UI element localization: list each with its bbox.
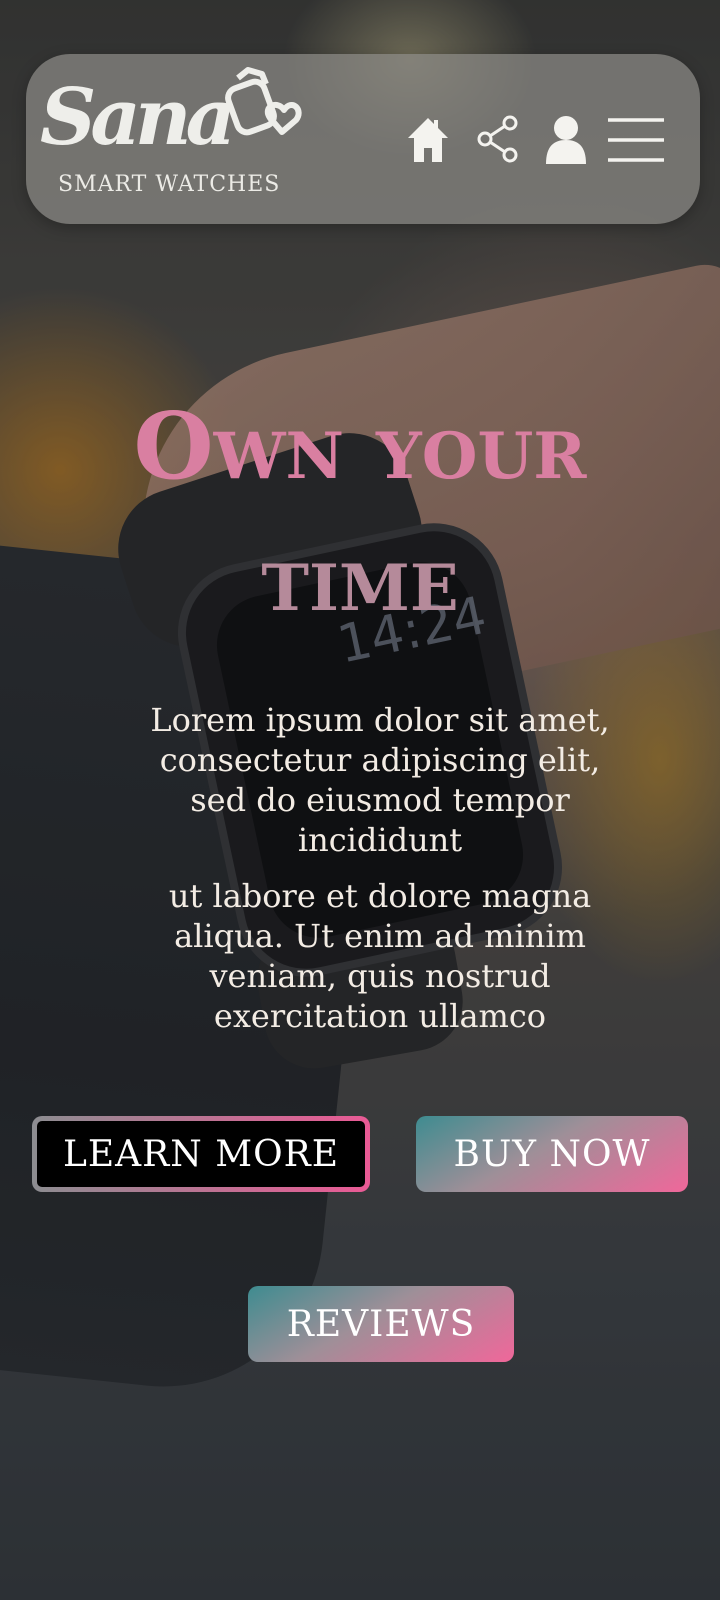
header-bar: Sana SMART WATCHES xyxy=(26,54,700,224)
reviews-button[interactable]: REVIEWS xyxy=(248,1286,514,1362)
learn-more-button[interactable]: LEARN MORE xyxy=(32,1116,370,1192)
menu-icon[interactable] xyxy=(606,114,666,166)
home-icon[interactable] xyxy=(404,114,452,166)
brand-logo[interactable]: Sana SMART WATCHES xyxy=(40,64,340,214)
hero-title-line2: time xyxy=(261,524,459,632)
hero-paragraph-1: Lorem ipsum dolor sit amet, consectetur … xyxy=(150,701,610,859)
watch-heart-icon xyxy=(225,67,302,136)
buy-now-button[interactable]: BUY NOW xyxy=(416,1116,688,1192)
logo-text: Sana xyxy=(40,72,236,163)
user-icon[interactable] xyxy=(544,114,588,166)
brand-tagline: SMART WATCHES xyxy=(58,172,281,197)
hero-paragraph-2: ut labore et dolore magna aliqua. Ut eni… xyxy=(168,877,592,1035)
hero-title-line1: Own your xyxy=(133,392,587,500)
share-icon[interactable] xyxy=(476,114,520,164)
hero-title: Own your time xyxy=(60,380,660,644)
